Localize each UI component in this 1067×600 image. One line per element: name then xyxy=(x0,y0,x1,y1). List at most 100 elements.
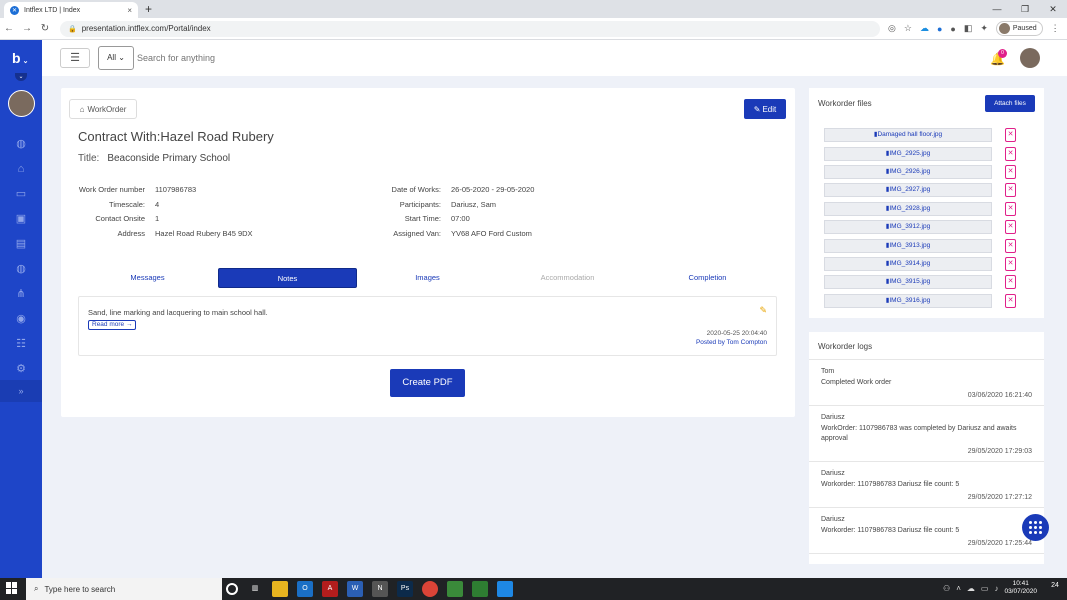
new-tab-icon[interactable]: + xyxy=(145,2,152,16)
delete-file-icon[interactable]: ✕ xyxy=(1005,183,1016,198)
delete-file-icon[interactable]: ✕ xyxy=(1005,146,1016,161)
file-link[interactable]: ▮IMG_3913.jpg xyxy=(824,238,992,253)
cloud-icon[interactable]: ☁ xyxy=(967,584,975,593)
delete-file-icon[interactable]: ✕ xyxy=(1005,256,1016,271)
grid-dot xyxy=(1029,526,1032,529)
volume-icon[interactable]: ♪ xyxy=(994,584,998,593)
edit-icon: ✎ xyxy=(753,104,761,114)
notepad-icon[interactable]: N xyxy=(372,581,388,597)
calendar-icon[interactable]: ▭ xyxy=(0,182,42,207)
delete-file-icon[interactable]: ✕ xyxy=(1005,220,1016,235)
cloud-icon[interactable]: ☁ xyxy=(920,23,929,34)
file-link[interactable]: ▮IMG_2926.jpg xyxy=(824,164,992,179)
clock[interactable]: 10:41 03/07/2020 xyxy=(1004,580,1037,596)
globe-icon[interactable]: ◍ xyxy=(0,132,42,157)
profile-button[interactable]: Paused xyxy=(995,21,1043,36)
chrome-icon[interactable] xyxy=(422,581,438,597)
acrobat-icon[interactable]: A xyxy=(322,581,338,597)
hierarchy-icon[interactable]: ⋔ xyxy=(0,282,42,307)
header-avatar[interactable] xyxy=(1020,48,1040,68)
file-link[interactable]: ▮Damaged hall floor.jpg xyxy=(824,128,992,143)
people-icon[interactable]: ⚇ xyxy=(943,584,950,593)
group-icon[interactable]: ☷ xyxy=(0,332,42,357)
windows-start-icon[interactable] xyxy=(6,582,18,594)
briefcase-icon[interactable]: ▣ xyxy=(0,207,42,232)
url-field[interactable]: 🔒 presentation.intflex.com/Portal/index xyxy=(60,20,880,37)
delete-file-icon[interactable]: ✕ xyxy=(1005,275,1016,290)
file-link[interactable]: ▮IMG_3915.jpg xyxy=(824,275,992,290)
edit-button[interactable]: ✎ Edit xyxy=(744,99,786,119)
app-icon[interactable] xyxy=(497,581,513,597)
reload-icon[interactable]: ↻ xyxy=(36,23,54,34)
delete-file-icon[interactable]: ✕ xyxy=(1005,164,1016,179)
outlook-icon[interactable]: O xyxy=(297,581,313,597)
file-link[interactable]: ▮IMG_2928.jpg xyxy=(824,201,992,216)
close-tab-icon[interactable]: × xyxy=(127,6,132,15)
pencil-icon[interactable]: ✎ xyxy=(759,305,767,316)
photoshop-icon[interactable]: Ps xyxy=(397,581,413,597)
app-grid-fab[interactable] xyxy=(1022,514,1049,541)
bulb-icon[interactable]: ◉ xyxy=(0,307,42,332)
tab-images[interactable]: Images xyxy=(358,268,497,288)
file-link[interactable]: ▮IMG_3912.jpg xyxy=(824,220,992,235)
network-icon[interactable]: ▭ xyxy=(981,584,989,593)
note-timestamp: 2020-05-25 20:04:40 xyxy=(706,330,767,337)
file-link[interactable]: ▮IMG_3916.jpg xyxy=(824,293,992,308)
search-filter-select[interactable]: All ⌄ xyxy=(98,46,134,70)
delete-file-icon[interactable]: ✕ xyxy=(1005,238,1016,253)
globe-icon[interactable]: ◍ xyxy=(0,257,42,282)
read-more-button[interactable]: Read more → xyxy=(88,320,137,330)
forward-icon[interactable]: → xyxy=(18,23,36,34)
puzzle-icon[interactable]: ✦ xyxy=(980,23,988,34)
basket-icon[interactable]: ⌂ xyxy=(0,157,42,182)
star-icon[interactable]: ☆ xyxy=(904,23,912,34)
file-explorer-icon[interactable] xyxy=(272,581,288,597)
back-icon[interactable]: ← xyxy=(0,23,18,34)
browser-tab[interactable]: ✕ Intflex LTD | Index × xyxy=(4,2,138,18)
delete-file-icon[interactable]: ✕ xyxy=(1005,293,1016,308)
window-controls: — ❐ ✕ xyxy=(983,0,1067,18)
search-input[interactable] xyxy=(137,46,437,70)
hamburger-menu-icon[interactable]: ☰ xyxy=(60,48,90,68)
location-icon[interactable]: ◎ xyxy=(888,23,896,34)
tab-completion[interactable]: Completion xyxy=(638,268,777,288)
close-window-icon[interactable]: ✕ xyxy=(1039,0,1067,18)
delete-file-icon[interactable]: ✕ xyxy=(1005,128,1016,143)
settings-icon[interactable]: ⚙ xyxy=(0,357,42,382)
cortana-icon[interactable] xyxy=(226,583,238,595)
minimize-icon[interactable]: — xyxy=(983,0,1011,18)
tab-notes[interactable]: Notes xyxy=(218,268,357,288)
tab-messages[interactable]: Messages xyxy=(78,268,217,288)
log-list[interactable]: Tom Completed Work order 03/06/2020 16:2… xyxy=(809,360,1044,554)
log-item: Dariusz WorkOrder: 1107986783 was comple… xyxy=(809,406,1044,462)
chevron-up-icon[interactable]: ˄ xyxy=(956,584,961,593)
restore-icon[interactable]: ❐ xyxy=(1011,0,1039,18)
word-icon[interactable]: W xyxy=(347,581,363,597)
file-link[interactable]: ▮IMG_2927.jpg xyxy=(824,183,992,198)
tab-accommodation[interactable]: Accommodation xyxy=(498,268,637,288)
kebab-menu-icon[interactable]: ⋮ xyxy=(1051,23,1060,34)
app-icon[interactable] xyxy=(447,581,463,597)
action-center-icon[interactable]: 24 xyxy=(1047,582,1063,596)
sidebar-expand-button[interactable]: » xyxy=(0,380,42,402)
app-icon[interactable] xyxy=(472,581,488,597)
toolbox-icon[interactable]: ▤ xyxy=(0,232,42,257)
extension-icon[interactable]: ● xyxy=(937,24,942,34)
record-icon[interactable]: ● xyxy=(950,24,955,34)
delete-file-icon[interactable]: ✕ xyxy=(1005,201,1016,216)
create-pdf-button[interactable]: Create PDF xyxy=(390,369,465,397)
file-row: ▮Damaged hall floor.jpg ✕ xyxy=(824,126,1016,144)
translate-icon[interactable]: ◧ xyxy=(964,23,973,34)
log-message: Completed Work order xyxy=(821,379,892,386)
user-avatar[interactable] xyxy=(8,90,35,117)
task-view-icon[interactable]: ▥ xyxy=(247,581,263,597)
attach-files-button[interactable]: Attach files xyxy=(985,95,1035,112)
file-link[interactable]: ▮IMG_2925.jpg xyxy=(824,146,992,161)
taskbar-search[interactable]: ⌕ Type here to search xyxy=(26,578,222,600)
file-row: ▮IMG_3912.jpg ✕ xyxy=(824,218,1016,236)
app-logo[interactable]: b ⌄ xyxy=(12,50,28,66)
workorder-tab[interactable]: ⌂ WorkOrder xyxy=(69,99,137,119)
log-item: Dariusz Workorder: 1107986783 Dariusz fi… xyxy=(809,508,1044,554)
file-link[interactable]: ▮IMG_3914.jpg xyxy=(824,256,992,271)
collapse-chevron-icon[interactable]: ⌄ xyxy=(15,73,27,81)
